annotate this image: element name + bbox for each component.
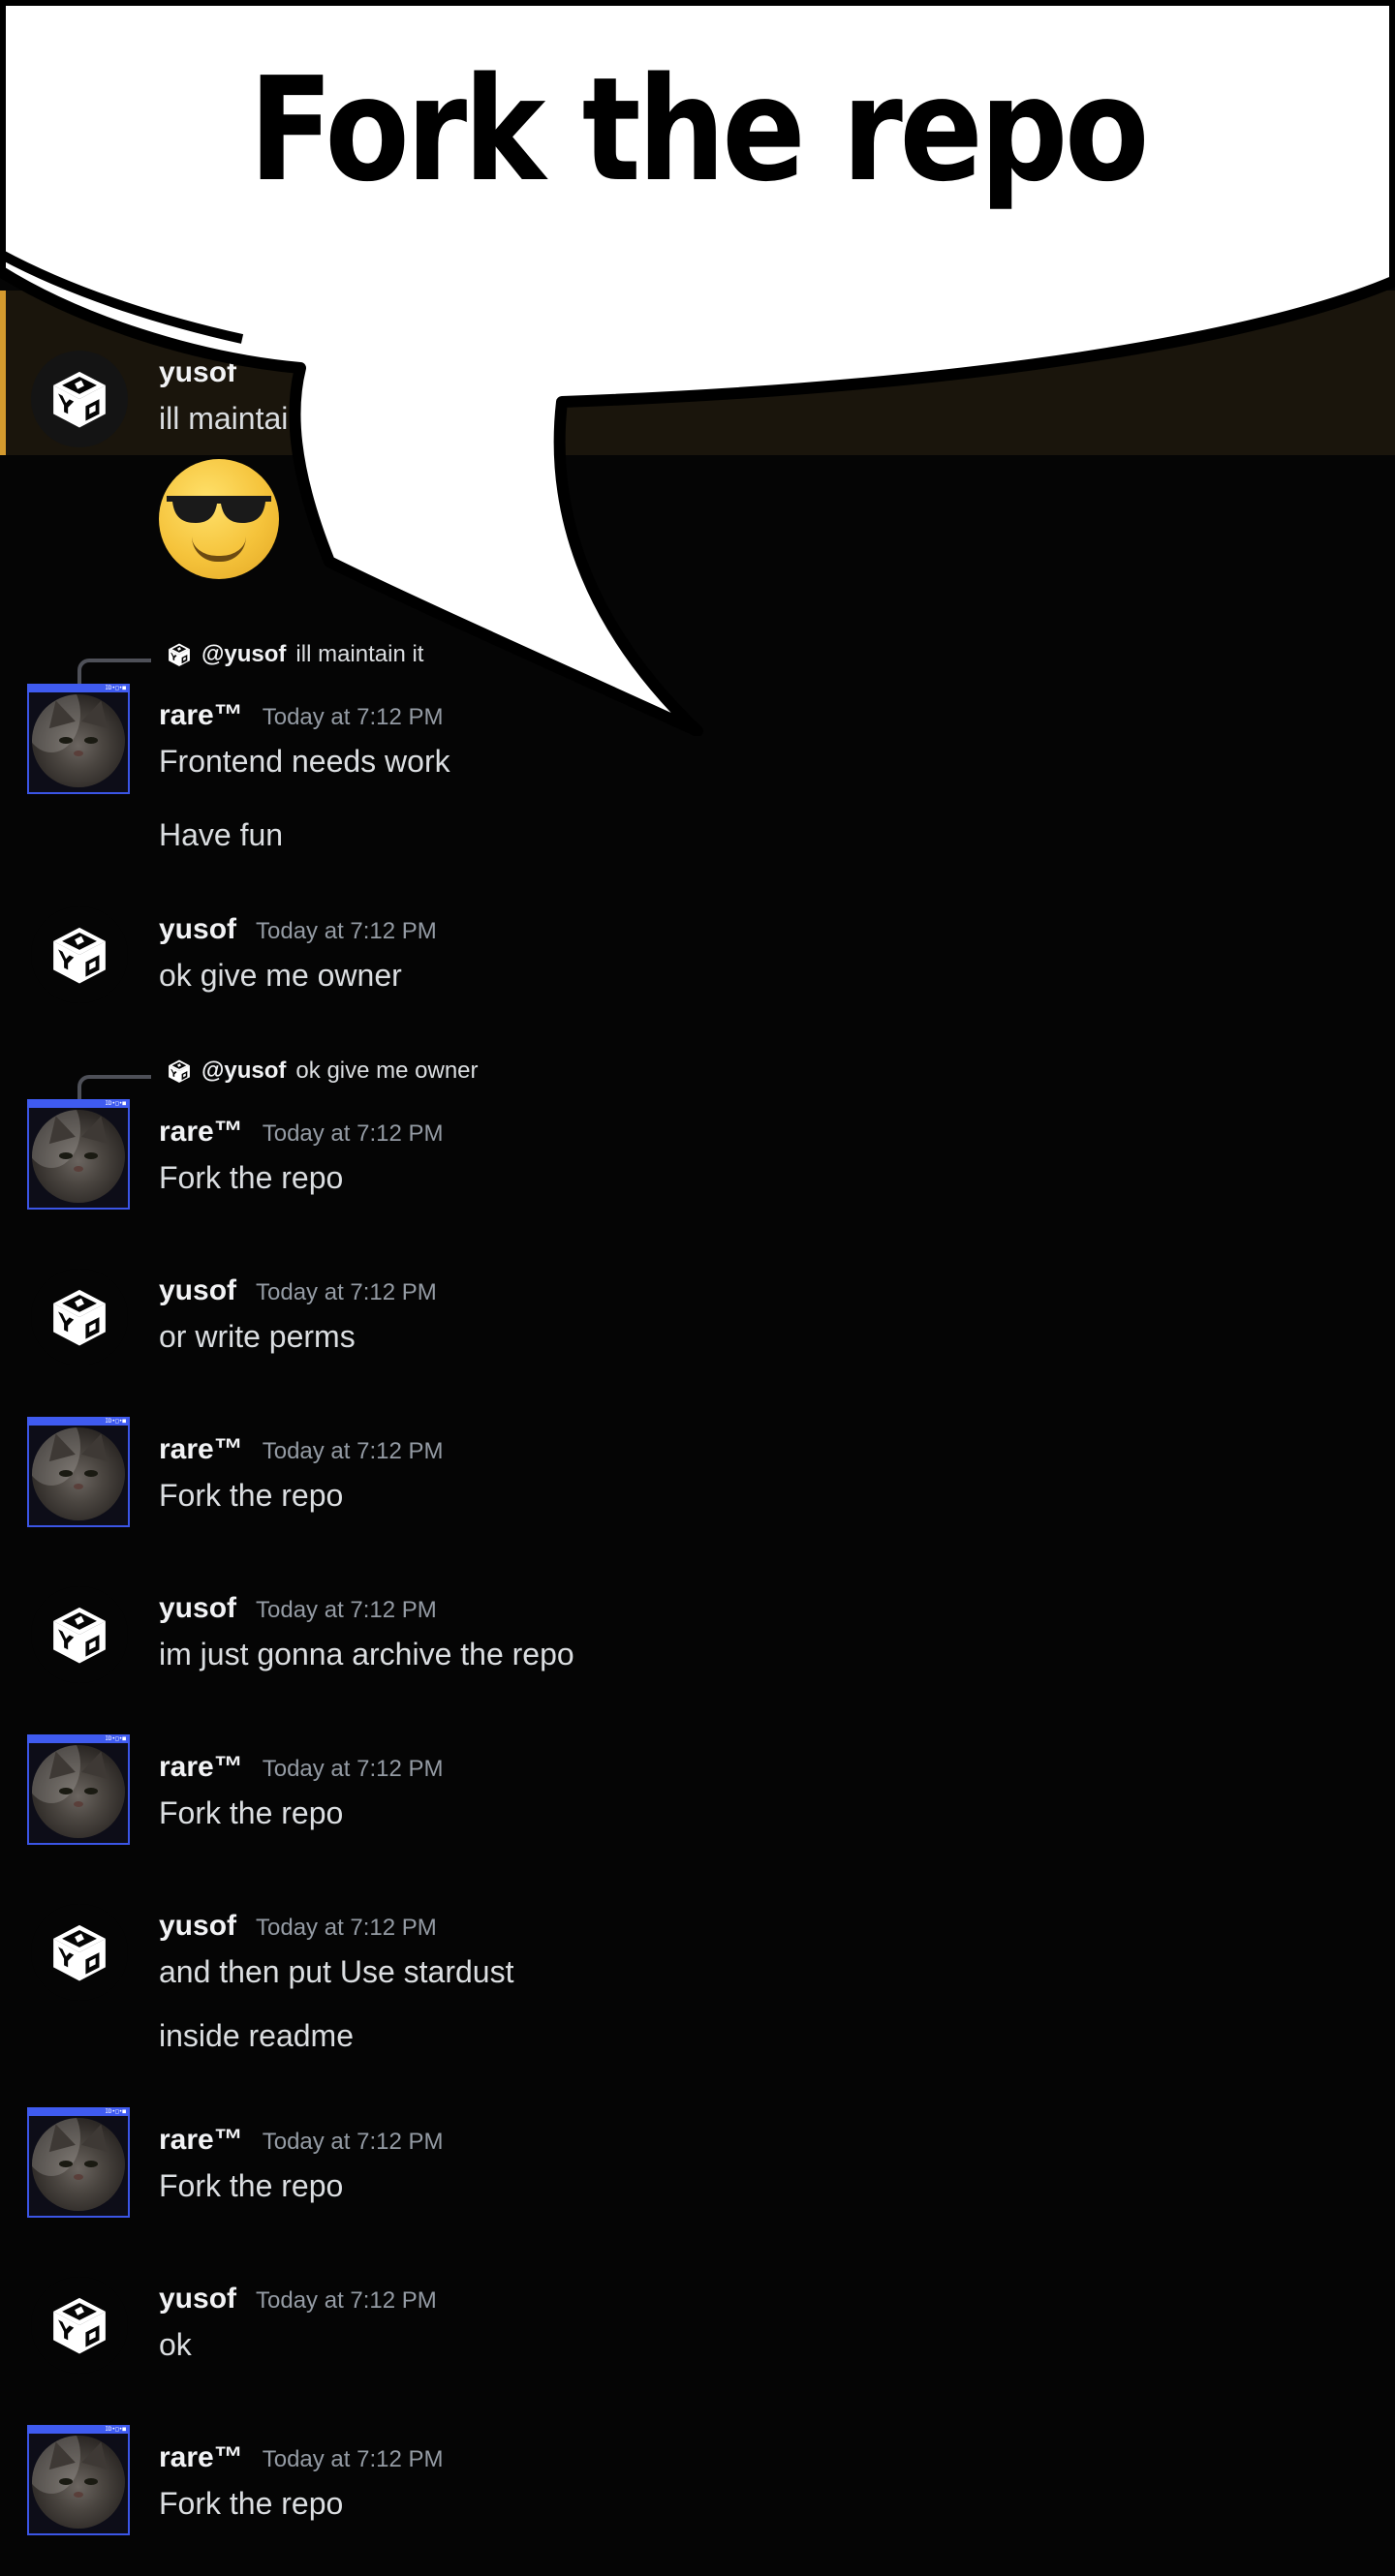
reply-mention[interactable]: @yusof bbox=[202, 1058, 286, 1085]
timestamp[interactable]: Today at 7:12 PM bbox=[263, 2446, 444, 2473]
username[interactable]: rare™ bbox=[159, 1116, 243, 1149]
cube-logo-icon bbox=[169, 643, 190, 666]
message-header: yusof Today at 7:12 PM bbox=[159, 1592, 437, 1625]
message-text: Frontend needs work bbox=[159, 744, 450, 779]
username[interactable]: yusof bbox=[159, 1274, 236, 1307]
username[interactable]: rare™ bbox=[159, 699, 243, 732]
timestamp[interactable]: Today at 7:12 PM bbox=[263, 2129, 444, 2156]
message-header: rare™ Today at 7:12 PM bbox=[159, 1751, 444, 1784]
timestamp[interactable]: Today at 7:12 PM bbox=[256, 2287, 437, 2315]
username[interactable]: yusof bbox=[159, 1592, 236, 1625]
message-text: Fork the repo bbox=[159, 1478, 344, 1513]
timestamp[interactable]: Today at 7:12 PM bbox=[263, 1438, 444, 1465]
message-text: and then put Use stardust bbox=[159, 1954, 514, 1989]
message-text: or write perms bbox=[159, 1319, 356, 1354]
chat-log: yusof ill maintain it @yusof ill maintai… bbox=[0, 0, 1395, 2576]
avatar[interactable]: ID•□•■ bbox=[27, 1734, 130, 1845]
avatar[interactable] bbox=[31, 351, 128, 447]
message-text: Have fun bbox=[159, 817, 284, 852]
message-text: ill maintain it bbox=[159, 401, 330, 436]
avatar[interactable]: ID•□•■ bbox=[27, 684, 130, 794]
message-header: rare™ Today at 7:12 PM bbox=[159, 1116, 444, 1149]
message-header: rare™ Today at 7:12 PM bbox=[159, 1433, 444, 1466]
message-header: rare™ Today at 7:12 PM bbox=[159, 699, 444, 732]
username[interactable]: yusof bbox=[159, 356, 236, 389]
cube-logo-icon bbox=[53, 1289, 106, 1346]
cube-logo-icon bbox=[53, 371, 106, 428]
timestamp[interactable]: Today at 7:12 PM bbox=[263, 1756, 444, 1783]
message-text: Fork the repo bbox=[159, 1160, 344, 1195]
message-text: im just gonna archive the repo bbox=[159, 1637, 574, 1671]
timestamp[interactable]: Today at 7:12 PM bbox=[256, 918, 437, 945]
reply-mention[interactable]: @yusof bbox=[202, 641, 286, 668]
timestamp[interactable]: Today at 7:12 PM bbox=[256, 1915, 437, 1942]
avatar[interactable] bbox=[31, 2277, 128, 2374]
cube-logo-icon bbox=[169, 1059, 190, 1083]
message-text: Fork the repo bbox=[159, 2168, 344, 2203]
avatar[interactable] bbox=[31, 906, 128, 1003]
avatar[interactable] bbox=[31, 1904, 128, 2001]
message-header: yusof Today at 7:12 PM bbox=[159, 1910, 437, 1943]
timestamp[interactable]: Today at 7:12 PM bbox=[256, 1279, 437, 1306]
message-text: ok give me owner bbox=[159, 958, 402, 993]
username[interactable]: rare™ bbox=[159, 2441, 243, 2474]
username[interactable]: yusof bbox=[159, 1910, 236, 1943]
message-text: Fork the repo bbox=[159, 2486, 344, 2521]
cube-logo-icon bbox=[53, 927, 106, 984]
username[interactable]: yusof bbox=[159, 2283, 236, 2315]
message-header: yusof bbox=[159, 356, 236, 389]
avatar[interactable] bbox=[31, 1269, 128, 1365]
message-header: yusof Today at 7:12 PM bbox=[159, 913, 437, 946]
message-text: Fork the repo bbox=[159, 1795, 344, 1830]
reply-text: ok give me owner bbox=[295, 1058, 479, 1084]
avatar[interactable]: ID•□•■ bbox=[27, 2107, 130, 2218]
username[interactable]: rare™ bbox=[159, 2124, 243, 2157]
sunglasses-emoji bbox=[159, 459, 279, 579]
timestamp[interactable]: Today at 7:12 PM bbox=[263, 1120, 444, 1148]
timestamp[interactable]: Today at 7:12 PM bbox=[263, 704, 444, 731]
username[interactable]: yusof bbox=[159, 913, 236, 946]
message-header: yusof Today at 7:12 PM bbox=[159, 2283, 437, 2315]
message-header: rare™ Today at 7:12 PM bbox=[159, 2124, 444, 2157]
avatar[interactable] bbox=[31, 1586, 128, 1683]
cube-logo-icon bbox=[53, 1607, 106, 1664]
avatar[interactable]: ID•□•■ bbox=[27, 1099, 130, 1210]
timestamp[interactable]: Today at 7:12 PM bbox=[256, 1597, 437, 1624]
cube-logo-icon bbox=[53, 2297, 106, 2354]
message-text: ok bbox=[159, 2327, 192, 2362]
avatar[interactable]: ID•□•■ bbox=[27, 2425, 130, 2535]
username[interactable]: rare™ bbox=[159, 1751, 243, 1784]
message-text: inside readme bbox=[159, 2018, 354, 2053]
cube-logo-icon bbox=[53, 1924, 106, 1981]
reply-text: ill maintain it bbox=[295, 641, 424, 667]
message-header: rare™ Today at 7:12 PM bbox=[159, 2441, 444, 2474]
avatar[interactable]: ID•□•■ bbox=[27, 1417, 130, 1527]
username[interactable]: rare™ bbox=[159, 1433, 243, 1466]
message-header: yusof Today at 7:12 PM bbox=[159, 1274, 437, 1307]
meme-caption: Fork the repo bbox=[249, 46, 1149, 213]
